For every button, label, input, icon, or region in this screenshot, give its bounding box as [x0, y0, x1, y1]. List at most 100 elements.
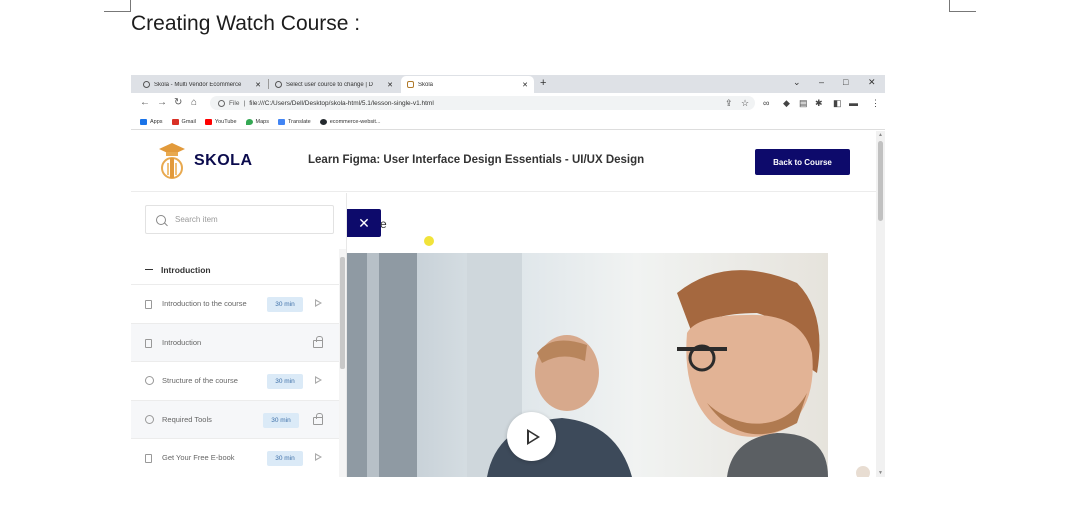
home-icon[interactable]: ⌂ — [191, 97, 197, 108]
lesson-video[interactable] — [347, 253, 828, 477]
back-arrow-icon[interactable]: ← — [140, 97, 150, 108]
apps-grid-icon — [140, 118, 147, 125]
youtube-icon — [204, 118, 212, 125]
lesson-item[interactable]: Introduction to the course 30 min — [131, 285, 339, 324]
lesson-label: Structure of the course — [162, 376, 238, 385]
bookmark-youtube[interactable]: YouTube — [204, 118, 237, 125]
lesson-item[interactable]: Introduction — [131, 323, 339, 362]
minimize-button[interactable]: – — [819, 77, 824, 87]
reader-icon[interactable]: ▤ — [799, 98, 808, 109]
lesson-sidebar: Search item Introduction Introduction to… — [131, 193, 347, 477]
globe-icon — [143, 81, 150, 88]
forward-arrow-icon[interactable]: → — [157, 97, 167, 108]
globe-icon — [275, 81, 282, 88]
bookmark-label: Translate — [288, 118, 311, 125]
lesson-item[interactable]: Structure of the course 30 min — [131, 362, 339, 401]
url-field[interactable]: File | file:///C:/Users/Dell/Desktop/sko… — [210, 96, 755, 110]
page-corner-mark-right — [949, 0, 976, 12]
document-icon — [145, 338, 152, 348]
github-icon — [319, 118, 327, 125]
maximize-button[interactable]: □ — [843, 77, 848, 87]
video-play-button[interactable] — [507, 412, 556, 461]
page-corner-mark-left — [104, 0, 131, 12]
web-page: SKOLA Learn Figma: User Interface Design… — [131, 131, 876, 477]
info-icon[interactable] — [218, 99, 225, 107]
media-icon[interactable]: ▬ — [849, 98, 858, 108]
bookmark-label: ecommerce-websit... — [329, 118, 381, 125]
skola-favicon-icon — [407, 81, 414, 88]
back-to-course-button[interactable]: Back to Course — [755, 149, 850, 175]
bookmark-gmail[interactable]: Gmail — [171, 118, 196, 125]
duration-badge: 30 min — [267, 374, 303, 389]
site-header: SKOLA Learn Figma: User Interface Design… — [131, 131, 876, 192]
search-placeholder: Search item — [175, 215, 218, 224]
tab-search-chevron-icon[interactable]: ⌄ — [793, 77, 801, 88]
reload-icon[interactable]: ↻ — [174, 97, 182, 108]
mouse-cursor-highlight — [424, 236, 434, 246]
play-icon[interactable] — [315, 376, 322, 384]
tab-title: Skola - Multi Vendor Ecommerce — [154, 81, 242, 88]
lesson-heading-fragment: e — [380, 217, 387, 231]
play-icon[interactable] — [315, 299, 322, 307]
clock-icon — [145, 414, 154, 424]
maps-pin-icon — [245, 118, 253, 125]
bookmark-star-icon[interactable]: ☆ — [741, 98, 749, 109]
url-text: file:///C:/Users/Dell/Desktop/skola-html… — [249, 99, 434, 107]
close-tab-icon[interactable]: ✕ — [522, 81, 528, 89]
video-thumbnail-image — [347, 253, 828, 477]
play-icon[interactable] — [315, 453, 322, 461]
floating-help-icon[interactable] — [856, 466, 870, 477]
bookmark-translate[interactable]: Translate — [278, 118, 311, 125]
skola-logo-icon — [159, 143, 185, 179]
tab-select-user-course[interactable]: Select user cource to change | D ✕ — [269, 76, 399, 93]
link-extension-icon[interactable]: ∞ — [763, 98, 769, 108]
bookmark-label: YouTube — [214, 118, 237, 125]
bookmark-apps[interactable]: Apps — [140, 118, 163, 125]
address-bar-row: ← → ↻ ⌂ File | file:///C:/Users/Dell/Des… — [131, 93, 885, 114]
tab-title: Skola — [418, 81, 434, 88]
tab-skola-vendor[interactable]: Skola - Multi Vendor Ecommerce ✕ — [137, 76, 267, 93]
close-tab-icon[interactable]: ✕ — [387, 81, 393, 89]
lock-icon — [313, 412, 323, 425]
new-tab-button[interactable]: + — [540, 77, 546, 89]
kebab-menu-icon[interactable]: ⋮ — [871, 98, 880, 109]
extension-icon[interactable]: ◆ — [783, 98, 790, 109]
search-input[interactable]: Search item — [145, 205, 334, 234]
close-window-button[interactable]: ✕ — [868, 77, 876, 88]
lesson-label: Introduction — [162, 337, 202, 347]
lesson-label: Get Your Free E-book — [162, 453, 235, 462]
bookmark-ecommerce[interactable]: ecommerce-websit... — [319, 118, 381, 125]
section-introduction-toggle[interactable]: Introduction — [131, 255, 339, 285]
logo-text[interactable]: SKOLA — [194, 152, 253, 170]
tab-bar: Skola - Multi Vendor Ecommerce ✕ Select … — [131, 75, 885, 93]
scroll-up-icon[interactable]: ▲ — [878, 132, 883, 138]
tab-skola[interactable]: Skola ✕ — [401, 76, 534, 93]
tab-title: Select user cource to change | D — [286, 81, 373, 88]
gmail-icon — [171, 118, 179, 125]
lesson-item[interactable]: Required Tools 30 min — [131, 400, 339, 439]
url-prefix: File — [229, 99, 240, 107]
search-icon — [156, 214, 166, 225]
page-scrollbar[interactable]: ▲ ▼ — [876, 131, 885, 477]
sidebar-scrollbar[interactable] — [339, 249, 346, 477]
side-panel-icon[interactable]: ◧ — [833, 98, 842, 109]
lesson-label: Required Tools — [162, 414, 212, 424]
document-icon — [145, 300, 152, 309]
page-scroll-thumb[interactable] — [878, 141, 883, 221]
translate-icon — [278, 118, 285, 125]
lesson-item[interactable]: Get Your Free E-book 30 min — [131, 439, 339, 477]
document-heading: Creating Watch Course : — [131, 12, 361, 35]
puzzle-icon[interactable]: ✱ — [815, 98, 823, 109]
duration-badge: 30 min — [267, 451, 303, 466]
bookmarks-bar: Apps Gmail YouTube Maps Translate ecomme… — [131, 114, 885, 130]
close-sidebar-button[interactable]: ✕ — [347, 209, 381, 237]
bookmark-label: Gmail — [181, 118, 196, 125]
duration-badge: 30 min — [267, 297, 303, 312]
scroll-down-icon[interactable]: ▼ — [878, 470, 883, 476]
bookmark-label: Apps — [150, 118, 163, 125]
close-tab-icon[interactable]: ✕ — [255, 81, 261, 89]
share-icon[interactable]: ⇪ — [725, 98, 733, 109]
bookmark-maps[interactable]: Maps — [245, 118, 269, 125]
sidebar-scroll-thumb[interactable] — [340, 257, 345, 369]
document-icon — [145, 454, 152, 463]
